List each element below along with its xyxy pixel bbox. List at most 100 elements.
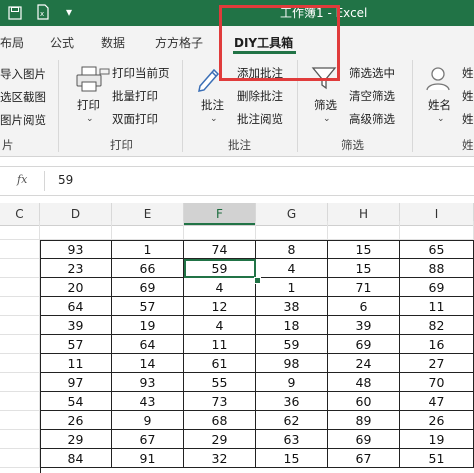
table-cell[interactable]: 6 [328, 297, 400, 316]
formula-input[interactable]: 59 [58, 173, 73, 187]
table-cell[interactable]: 15 [256, 449, 328, 468]
duplex-print-button[interactable]: 双面打印 [112, 111, 158, 127]
empty-cell[interactable] [0, 354, 40, 373]
name-item-1[interactable]: 姓 [462, 65, 474, 81]
table-cell[interactable]: 97 [40, 373, 112, 392]
table-cell[interactable]: 55 [184, 373, 256, 392]
table-cell[interactable]: 69 [328, 430, 400, 449]
empty-cell[interactable] [0, 316, 40, 335]
table-cell[interactable]: 84 [40, 449, 112, 468]
print-dropdown-icon[interactable]: ⌄ [86, 114, 94, 124]
empty-cell[interactable] [0, 335, 40, 354]
empty-cell[interactable] [112, 221, 184, 240]
table-cell[interactable]: 91 [112, 449, 184, 468]
tab-formulas[interactable]: 公式 [50, 34, 74, 51]
table-cell[interactable]: 89 [328, 411, 400, 430]
filter-button[interactable]: 筛选 [314, 97, 337, 113]
empty-cell[interactable] [0, 392, 40, 411]
table-cell[interactable]: 26 [40, 411, 112, 430]
name-item-2[interactable]: 姓 [462, 88, 474, 104]
empty-cell[interactable] [0, 221, 40, 240]
table-cell[interactable]: 69 [112, 278, 184, 297]
save-icon[interactable] [8, 6, 22, 20]
fill-handle[interactable] [254, 277, 261, 284]
clear-filter-button[interactable]: 清空筛选 [349, 88, 395, 104]
empty-cell[interactable] [0, 259, 40, 278]
tab-layout[interactable]: 布局 [0, 34, 24, 51]
empty-cell[interactable] [328, 221, 400, 240]
empty-cell[interactable] [256, 221, 328, 240]
table-cell[interactable]: 32 [184, 449, 256, 468]
table-cell[interactable]: 26 [400, 411, 474, 430]
table-cell[interactable]: 68 [184, 411, 256, 430]
table-cell[interactable]: 12 [184, 297, 256, 316]
table-cell[interactable]: 36 [256, 392, 328, 411]
table-cell[interactable]: 9 [112, 411, 184, 430]
table-cell[interactable]: 4 [256, 259, 328, 278]
table-cell[interactable]: 39 [328, 316, 400, 335]
table-cell[interactable]: 14 [112, 354, 184, 373]
empty-cell[interactable] [0, 278, 40, 297]
comment-dropdown-icon[interactable]: ⌄ [210, 114, 218, 124]
table-cell[interactable]: 73 [184, 392, 256, 411]
table-cell[interactable]: 19 [112, 316, 184, 335]
empty-cell[interactable] [0, 373, 40, 392]
table-cell[interactable]: 88 [400, 259, 474, 278]
table-cell[interactable]: 51 [400, 449, 474, 468]
comment-button[interactable]: 批注 [201, 97, 224, 113]
table-cell[interactable]: 19 [400, 430, 474, 449]
table-cell[interactable]: 54 [40, 392, 112, 411]
table-cell[interactable]: 11 [40, 354, 112, 373]
table-cell[interactable]: 57 [112, 297, 184, 316]
table-cell[interactable]: 4 [184, 278, 256, 297]
table-cell[interactable]: 47 [400, 392, 474, 411]
table-cell[interactable]: 15 [328, 259, 400, 278]
table-cell[interactable]: 69 [400, 278, 474, 297]
table-cell[interactable]: 9 [256, 373, 328, 392]
table-cell[interactable]: 70 [400, 373, 474, 392]
batch-print-button[interactable]: 批量打印 [112, 88, 158, 104]
tab-data[interactable]: 数据 [101, 34, 125, 51]
import-image-button[interactable]: 导入图片 [0, 66, 46, 82]
table-cell[interactable]: 20 [40, 278, 112, 297]
table-cell[interactable]: 29 [40, 430, 112, 449]
table-cell[interactable]: 65 [400, 240, 474, 259]
print-button[interactable]: 打印 [77, 97, 100, 113]
table-cell[interactable]: 71 [328, 278, 400, 297]
table-cell[interactable]: 82 [400, 316, 474, 335]
name-item-3[interactable]: 姓 [462, 111, 474, 127]
table-cell[interactable]: 18 [256, 316, 328, 335]
table-cell[interactable]: 38 [256, 297, 328, 316]
table-cell[interactable]: 1 [256, 278, 328, 297]
table-cell[interactable]: 48 [328, 373, 400, 392]
table-cell[interactable]: 15 [328, 240, 400, 259]
table-cell[interactable]: 24 [328, 354, 400, 373]
table-cell[interactable]: 43 [112, 392, 184, 411]
table-cell[interactable]: 66 [112, 259, 184, 278]
delete-comment-button[interactable]: 删除批注 [237, 88, 283, 104]
empty-cell[interactable] [0, 240, 40, 259]
tab-fangfanggezi[interactable]: 方方格子 [155, 34, 203, 51]
empty-cell[interactable] [40, 221, 112, 240]
active-cell[interactable]: 59 [184, 259, 256, 278]
table-cell[interactable]: 69 [328, 335, 400, 354]
name-button[interactable]: 姓名 [428, 97, 451, 113]
empty-cell[interactable] [0, 297, 40, 316]
fx-icon[interactable]: fx [17, 173, 27, 186]
image-view-button[interactable]: 图片阅览 [0, 112, 46, 128]
table-cell[interactable]: 64 [112, 335, 184, 354]
table-cell[interactable]: 4 [184, 316, 256, 335]
table-cell[interactable]: 23 [40, 259, 112, 278]
spreadsheet-grid[interactable]: 93 1 74 8 15 65 23 66 59 4 15 88 20 69 4 1 71 69 64 57 12 38 6… [0, 221, 474, 470]
filter-dropdown-icon[interactable]: ⌄ [323, 114, 331, 124]
person-icon[interactable] [424, 64, 452, 92]
table-cell[interactable]: 60 [328, 392, 400, 411]
table-cell[interactable]: 29 [184, 430, 256, 449]
empty-cell[interactable] [0, 430, 40, 449]
table-cell[interactable]: 74 [184, 240, 256, 259]
table-cell[interactable]: 11 [184, 335, 256, 354]
table-cell[interactable]: 93 [40, 240, 112, 259]
table-cell[interactable]: 8 [256, 240, 328, 259]
table-cell[interactable]: 27 [400, 354, 474, 373]
table-cell[interactable]: 64 [40, 297, 112, 316]
